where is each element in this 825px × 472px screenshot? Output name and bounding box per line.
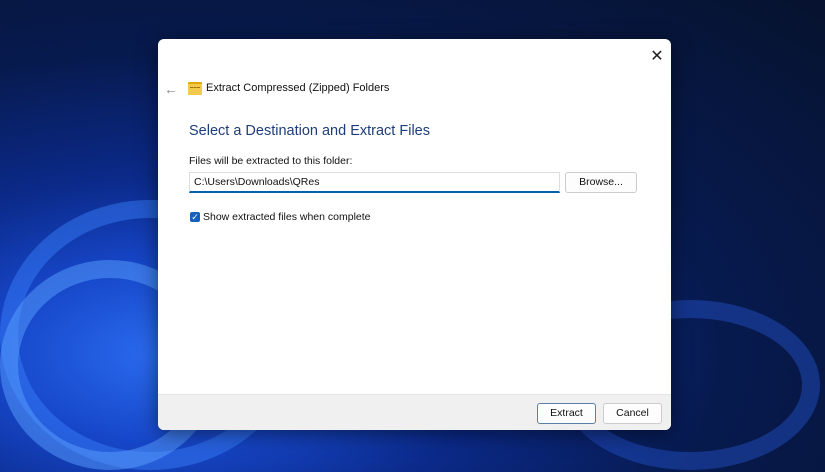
close-icon[interactable]: ✕	[649, 49, 665, 65]
window-title: Extract Compressed (Zipped) Folders	[206, 82, 390, 94]
zip-folder-icon	[188, 82, 202, 95]
extract-button[interactable]: Extract	[537, 403, 596, 424]
checkmark-icon: ✓	[191, 212, 199, 222]
extract-dialog: ✕ ← Extract Compressed (Zipped) Folders …	[158, 39, 671, 430]
destination-label: Files will be extracted to this folder:	[189, 155, 353, 167]
dialog-footer: Extract Cancel	[158, 394, 671, 430]
destination-input[interactable]	[189, 172, 560, 193]
cancel-button[interactable]: Cancel	[603, 403, 662, 424]
back-arrow-icon[interactable]: ←	[164, 81, 178, 97]
page-heading: Select a Destination and Extract Files	[189, 123, 430, 139]
show-files-checkbox[interactable]: ✓	[190, 212, 200, 222]
show-files-label[interactable]: Show extracted files when complete	[203, 211, 371, 223]
browse-button[interactable]: Browse...	[565, 172, 637, 193]
